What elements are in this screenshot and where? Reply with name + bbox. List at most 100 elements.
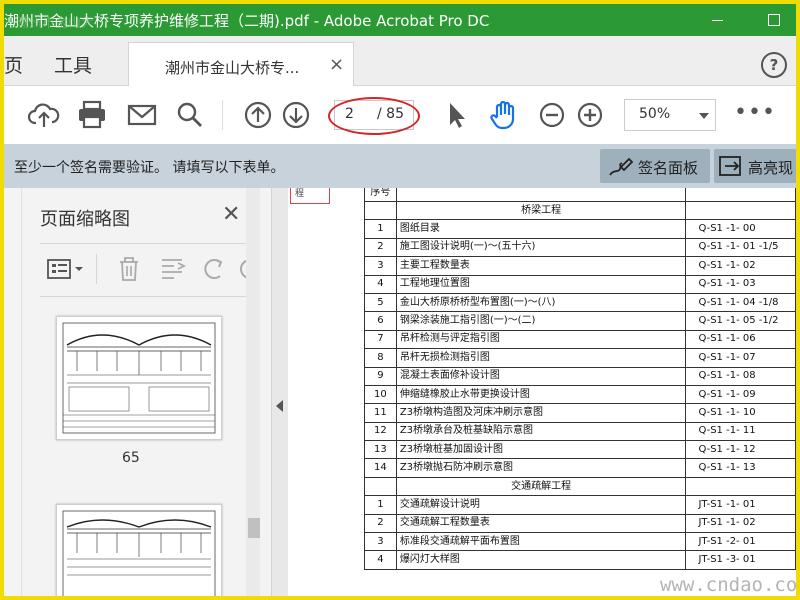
table-row: 8 吊杆无损检测指引图 Q-S1 -1- 07: [364, 348, 796, 368]
table-row: 2 施工图设计说明(一)～(五十六) Q-S1 -1- 01 -1/5: [364, 237, 796, 258]
row-number: 1: [364, 219, 397, 239]
drawing-name: 吊杆检测与评定指引图: [395, 329, 687, 350]
signature-panel-button[interactable]: 签名面板: [600, 149, 710, 183]
minimize-button[interactable]: [698, 4, 738, 36]
table-row: 12 Z3桥墩承台及桩基缺陷示意图 Q-S1 -1- 11: [364, 421, 796, 442]
toolbar: 2 / 85 50% •••: [4, 86, 796, 144]
row-number: 10: [364, 384, 397, 405]
header-cell: 序号: [364, 188, 397, 202]
watermark-top-left: 潮州市金山大: [16, 16, 95, 31]
drawing-name: 伸缩缝橡胶止水带更换设计图: [395, 384, 687, 405]
panel-divider: [40, 296, 254, 297]
hand-tool-icon[interactable]: [486, 97, 522, 133]
drawing-code: Q-S1 -1- 01 -1/5: [685, 237, 796, 258]
upload-cloud-icon[interactable]: [26, 97, 62, 133]
section-title: 桥梁工程: [395, 200, 687, 221]
next-page-icon[interactable]: [278, 97, 314, 133]
thumbnail-drawing: [62, 322, 216, 434]
panel-divider: [40, 243, 254, 244]
mail-icon[interactable]: [124, 97, 160, 133]
drawing-name: 交通疏解设计说明: [395, 495, 687, 515]
title-bar: 潮州市金山大桥专项养护维修工程（二期).pdf - Adobe Acrobat …: [4, 4, 796, 36]
drawing-code: Q-S1 -1- 06: [685, 329, 796, 350]
drawing-code: Q-S1 -1- 09: [685, 384, 796, 405]
row-number: 11: [364, 403, 397, 423]
drawing-code: Q-S1 -1- 07: [685, 348, 796, 368]
row-number: 2: [364, 237, 397, 258]
zoom-in-icon[interactable]: [572, 97, 608, 133]
close-panel-icon[interactable]: ✕: [222, 202, 240, 227]
section-row: 桥梁工程: [364, 200, 796, 221]
pdf-page: 程 序号 桥梁工程 1 图纸目录 Q-S1 -1- 00 2 施工图设计说明(一)～(五十六…: [288, 188, 796, 596]
highlight-fields-icon: [719, 156, 741, 176]
drawing-name: 吊杆无损检测指引图: [395, 348, 687, 368]
document-view[interactable]: 程 序号 桥梁工程 1 图纸目录 Q-S1 -1- 00 2 施工图设计说明(一)～(五十六…: [288, 188, 796, 596]
zoom-out-icon[interactable]: [534, 97, 570, 133]
drawing-code: Q-S1 -1- 03: [685, 274, 796, 294]
page-thumbnail[interactable]: [56, 316, 222, 440]
zoom-level-dropdown[interactable]: 50%: [624, 99, 716, 131]
table-row: 11 Z3桥墩构造图及河床冲刷示意图 Q-S1 -1- 10: [364, 403, 796, 423]
drawing-code: Q-S1 -1- 05 -1/2: [685, 311, 796, 331]
close-tab-icon[interactable]: ×: [329, 54, 344, 75]
drawing-code: Q-S1 -1- 04 -1/8: [685, 292, 796, 313]
signature-panel-label: 签名面板: [638, 159, 699, 177]
row-number: 4: [364, 274, 397, 294]
thumbnail-drawing: [62, 510, 216, 596]
drawing-code: JT-S1 -1- 02: [685, 513, 796, 534]
drawing-code: Q-S1 -1- 08: [685, 366, 796, 386]
drawing-name: Z3桥墩抛石防冲刷示意图: [395, 458, 687, 478]
drawing-name: 标准段交通疏解平面布置图: [395, 532, 687, 552]
row-number: 9: [364, 366, 397, 386]
drawing-code: JT-S1 -3- 01: [685, 550, 796, 570]
search-icon[interactable]: [172, 97, 208, 133]
section-empty-cell: [685, 200, 796, 221]
collapse-arrow-icon: [276, 400, 283, 412]
maximize-button[interactable]: [754, 4, 794, 36]
highlight-fields-button[interactable]: 高亮现: [714, 149, 796, 183]
section-row: 交通疏解工程: [364, 476, 796, 497]
extract-page-icon[interactable]: [156, 252, 190, 286]
row-number: 8: [364, 348, 397, 368]
page-thumbnail[interactable]: [56, 504, 222, 596]
toolbar-divider: [222, 100, 223, 130]
drawing-code: Q-S1 -1- 02: [685, 256, 796, 276]
left-nav-strip[interactable]: [4, 188, 22, 596]
collapse-panel-handle[interactable]: [272, 188, 288, 596]
thumbnail-panel-title: 页面缩略图: [40, 209, 130, 230]
thumbnail-scrollbar-thumb[interactable]: [248, 518, 260, 538]
table-row: 6 钢梁涂装施工指引图(一)～(二) Q-S1 -1- 05 -1/2: [364, 311, 796, 331]
drawing-name: Z3桥墩构造图及河床冲刷示意图: [395, 403, 687, 423]
select-cursor-icon[interactable]: [438, 97, 474, 133]
drawing-code: Q-S1 -1- 11: [685, 421, 796, 442]
more-tools-icon[interactable]: •••: [734, 100, 776, 125]
drawing-index-table: 序号 桥梁工程 1 图纸目录 Q-S1 -1- 00 2 施工图设计说明(一)～(五十六) Q…: [364, 188, 796, 570]
table-row: 7 吊杆检测与评定指引图 Q-S1 -1- 06: [364, 329, 796, 350]
print-icon[interactable]: [74, 97, 110, 133]
drawing-code: Q-S1 -1- 10: [685, 403, 796, 423]
table-row: 13 Z3桥墩桩基加固设计图 Q-S1 -1- 12: [364, 440, 796, 460]
table-row: 5 金山大桥原桥桥型布置图(一)～(八) Q-S1 -1- 04 -1/8: [364, 292, 796, 313]
help-icon[interactable]: ?: [761, 52, 787, 78]
signature-pen-icon: [609, 157, 634, 176]
document-tab[interactable]: 潮州市金山大桥专... ×: [128, 42, 354, 87]
tab-home[interactable]: 页: [4, 51, 23, 78]
signature-notice-bar: 至少一个签名需要验证。 请填写以下表单。 签名面板 高亮现: [4, 144, 796, 188]
drawing-name: 金山大桥原桥桥型布置图(一)～(八): [395, 292, 687, 313]
tab-tools[interactable]: 工具: [54, 51, 92, 78]
thumbnail-options-icon[interactable]: [46, 252, 86, 286]
row-number: 7: [364, 329, 397, 350]
rotate-left-icon[interactable]: [196, 252, 230, 286]
drawing-code: Q-S1 -1- 00: [685, 219, 796, 239]
row-number: 2: [364, 513, 397, 534]
section-empty-cell: [364, 200, 397, 221]
table-row: 1 交通疏解设计说明 JT-S1 -1- 01: [364, 495, 796, 515]
notice-message: 至少一个签名需要验证。 请填写以下表单。: [14, 160, 285, 176]
annotation-circle: [328, 97, 420, 135]
delete-page-icon[interactable]: [112, 252, 146, 286]
table-row: 2 交通疏解工程数量表 JT-S1 -1- 02: [364, 513, 796, 534]
previous-page-icon[interactable]: [240, 97, 276, 133]
header-cell: [395, 188, 687, 202]
row-number: 1: [364, 495, 397, 515]
corner-text: 程: [295, 189, 305, 199]
